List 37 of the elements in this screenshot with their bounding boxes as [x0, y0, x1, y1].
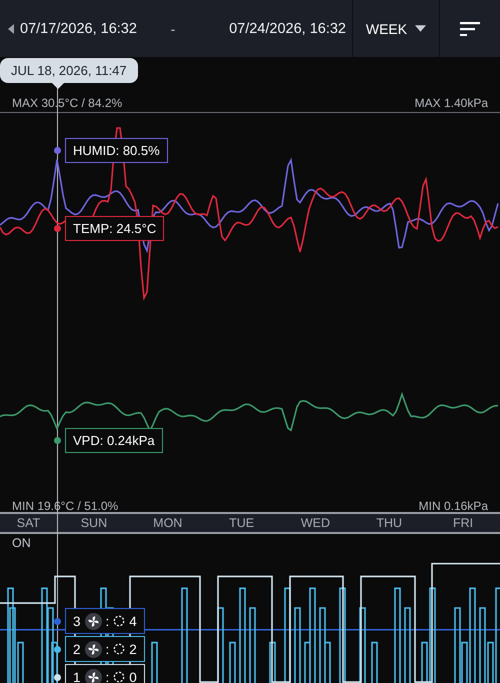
fan-value: 2	[129, 642, 137, 656]
fan-value: 4	[129, 614, 137, 628]
series-readout: TEMP: 24.5°C	[65, 216, 164, 241]
day-label: THU	[375, 516, 404, 530]
fan-value: 0	[129, 670, 137, 683]
period-dropdown[interactable]: WEEK	[352, 0, 440, 57]
colon-separator: :	[106, 614, 110, 628]
colon-separator: :	[106, 670, 110, 683]
series-readout: VPD: 0.24kPa	[65, 428, 163, 453]
day-label: MON	[152, 516, 184, 530]
fan-speed: 3	[73, 614, 81, 628]
sort-icon	[460, 22, 480, 36]
fan-speed: 2	[73, 642, 81, 656]
fan-icon	[84, 612, 102, 630]
fan-icon	[84, 668, 102, 683]
fan-state-label: ON	[12, 536, 31, 550]
dashed-circle-icon	[113, 671, 126, 683]
caret-icon	[415, 25, 426, 32]
day-label: SAT	[16, 516, 42, 530]
dashed-circle-icon	[113, 643, 126, 655]
day-label: SUN	[80, 516, 108, 530]
tooltip-pointer	[52, 83, 64, 89]
day-label: FRI	[452, 516, 474, 530]
colon-separator: :	[106, 642, 110, 656]
fan-speed: 1	[73, 670, 81, 683]
back-arrow-icon[interactable]	[8, 24, 14, 34]
max-vpd: MAX 1.40kPa	[414, 96, 488, 110]
dashed-circle-icon	[113, 615, 126, 627]
range-separator: -	[170, 20, 176, 36]
series-readout: HUMID: 80.5%	[65, 138, 168, 163]
min-vpd: MIN 0.16kPa	[418, 500, 488, 512]
end-date[interactable]: 07/24/2026, 16:32	[229, 20, 346, 36]
day-label: WED	[300, 516, 331, 530]
start-date[interactable]: 07/17/2026, 16:32	[20, 20, 137, 36]
cursor-time-tooltip: JUL 18, 2026, 11:47	[0, 58, 138, 83]
fan-icon	[84, 640, 102, 658]
day-label: TUE	[228, 516, 256, 530]
